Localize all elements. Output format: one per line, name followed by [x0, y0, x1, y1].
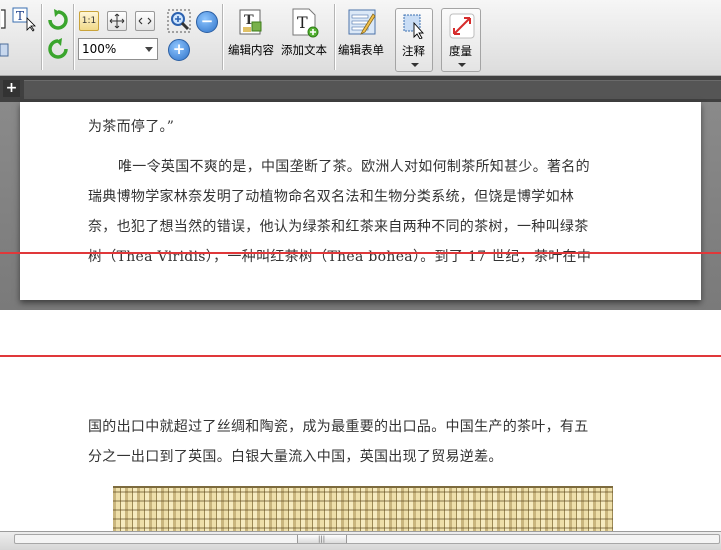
- svg-text:T: T: [16, 9, 24, 23]
- annotate-icon: [403, 14, 425, 39]
- edit-content-button[interactable]: T 编辑内容: [226, 6, 278, 62]
- document-tab-strip: +: [0, 76, 721, 102]
- fit-width-button[interactable]: [135, 11, 155, 31]
- snapshot-icon: [0, 43, 9, 57]
- zoom-out-button[interactable]: −: [196, 11, 218, 33]
- annotate-label: 注释: [402, 44, 425, 58]
- page-text-line: 奈，也犯了想当然的错误，他认为绿茶和红茶来自两种不同的茶树，一种叫绿茶: [88, 219, 589, 235]
- document-page: 国的出口中就超过了丝绸和陶瓷，成为最重要的出口品。中国生产的茶叶，有五 分之一出…: [0, 310, 721, 538]
- zoom-value: 100%: [82, 42, 117, 56]
- fit-page-icon: [109, 13, 125, 29]
- add-text-label: 添加文本: [281, 43, 327, 57]
- rotate-left-icon: [48, 38, 68, 59]
- minus-icon: −: [200, 12, 214, 30]
- hand-tool-button[interactable]: [0, 6, 10, 32]
- page-text-line: 瑞典博物学家林奈发明了动植物命名双名法和生物分类系统，但饶是博学如林: [88, 189, 575, 205]
- zoom-select[interactable]: 100%: [78, 38, 158, 60]
- document-viewer[interactable]: 为茶而停了。” 唯一令英国不爽的是，中国垄断了茶。欧洲人对如何制茶所知甚少。著名…: [0, 102, 721, 310]
- plus-icon: +: [172, 40, 186, 58]
- page-text-line: 树（Thea Viridis），一种叫红茶树（Thea bohea）。到了 17…: [88, 249, 592, 265]
- main-toolbar: T 1:1 100% − + T 编辑内容 T 添加文本 编辑表单 注释 度量: [0, 0, 721, 76]
- add-text-button[interactable]: T 添加文本: [279, 6, 331, 62]
- edit-form-icon: [348, 9, 376, 35]
- edit-content-icon: T: [239, 9, 262, 35]
- measure-line[interactable]: [0, 355, 721, 357]
- select-text-button[interactable]: T: [11, 6, 37, 32]
- zoom-marquee-button[interactable]: [167, 9, 191, 33]
- measure-line[interactable]: [0, 252, 721, 254]
- svg-text:T: T: [297, 13, 308, 32]
- page-text-line: 唯一令英国不爽的是，中国垄断了茶。欧洲人对如何制茶所知甚少。著名的: [118, 159, 590, 175]
- edit-form-button[interactable]: 编辑表单: [336, 6, 390, 62]
- zoom-in-marquee-icon: [167, 9, 191, 33]
- status-bar: |||: [0, 531, 721, 550]
- tab-bar-track: [24, 80, 721, 99]
- page-text-line: 为茶而停了。”: [88, 119, 175, 135]
- measure-label: 度量: [449, 44, 472, 58]
- scrollbar-thumb[interactable]: |||: [296, 535, 347, 543]
- toolbar-separator: [334, 4, 335, 70]
- zoom-in-button[interactable]: +: [168, 39, 190, 61]
- fit-width-icon: [138, 17, 152, 25]
- chevron-down-icon[interactable]: [458, 63, 466, 67]
- toolbar-separator: [41, 4, 42, 70]
- toolbar-separator: [222, 4, 223, 70]
- rotate-right-icon: [48, 9, 68, 30]
- document-page: 为茶而停了。” 唯一令英国不爽的是，中国垄断了茶。欧洲人对如何制茶所知甚少。著名…: [20, 102, 701, 300]
- page-text-line: 分之一出口到了英国。白银大量流入中国，英国出现了贸易逆差。: [88, 449, 503, 465]
- toolbar-separator: [73, 4, 74, 70]
- rotate-right-button[interactable]: [47, 9, 69, 31]
- select-text-icon: T: [12, 7, 36, 32]
- annotate-button[interactable]: 注释: [395, 8, 433, 72]
- chevron-down-icon: [145, 47, 153, 52]
- add-text-icon: T: [292, 8, 319, 38]
- edit-form-label: 编辑表单: [338, 43, 384, 57]
- actual-size-button[interactable]: 1:1: [79, 11, 99, 31]
- new-tab-button[interactable]: +: [3, 80, 20, 97]
- measure-icon: [449, 13, 475, 39]
- measure-button[interactable]: 度量: [441, 8, 481, 72]
- hand-icon: [1, 9, 6, 29]
- edit-content-label: 编辑内容: [228, 43, 274, 57]
- rotate-left-button[interactable]: [47, 38, 69, 60]
- horizontal-scrollbar[interactable]: |||: [14, 534, 720, 544]
- page-text-line: 国的出口中就超过了丝绸和陶瓷，成为最重要的出口品。中国生产的茶叶，有五: [88, 419, 589, 435]
- snapshot-button[interactable]: [0, 42, 10, 58]
- chevron-down-icon[interactable]: [411, 63, 419, 67]
- fit-page-button[interactable]: [107, 11, 127, 31]
